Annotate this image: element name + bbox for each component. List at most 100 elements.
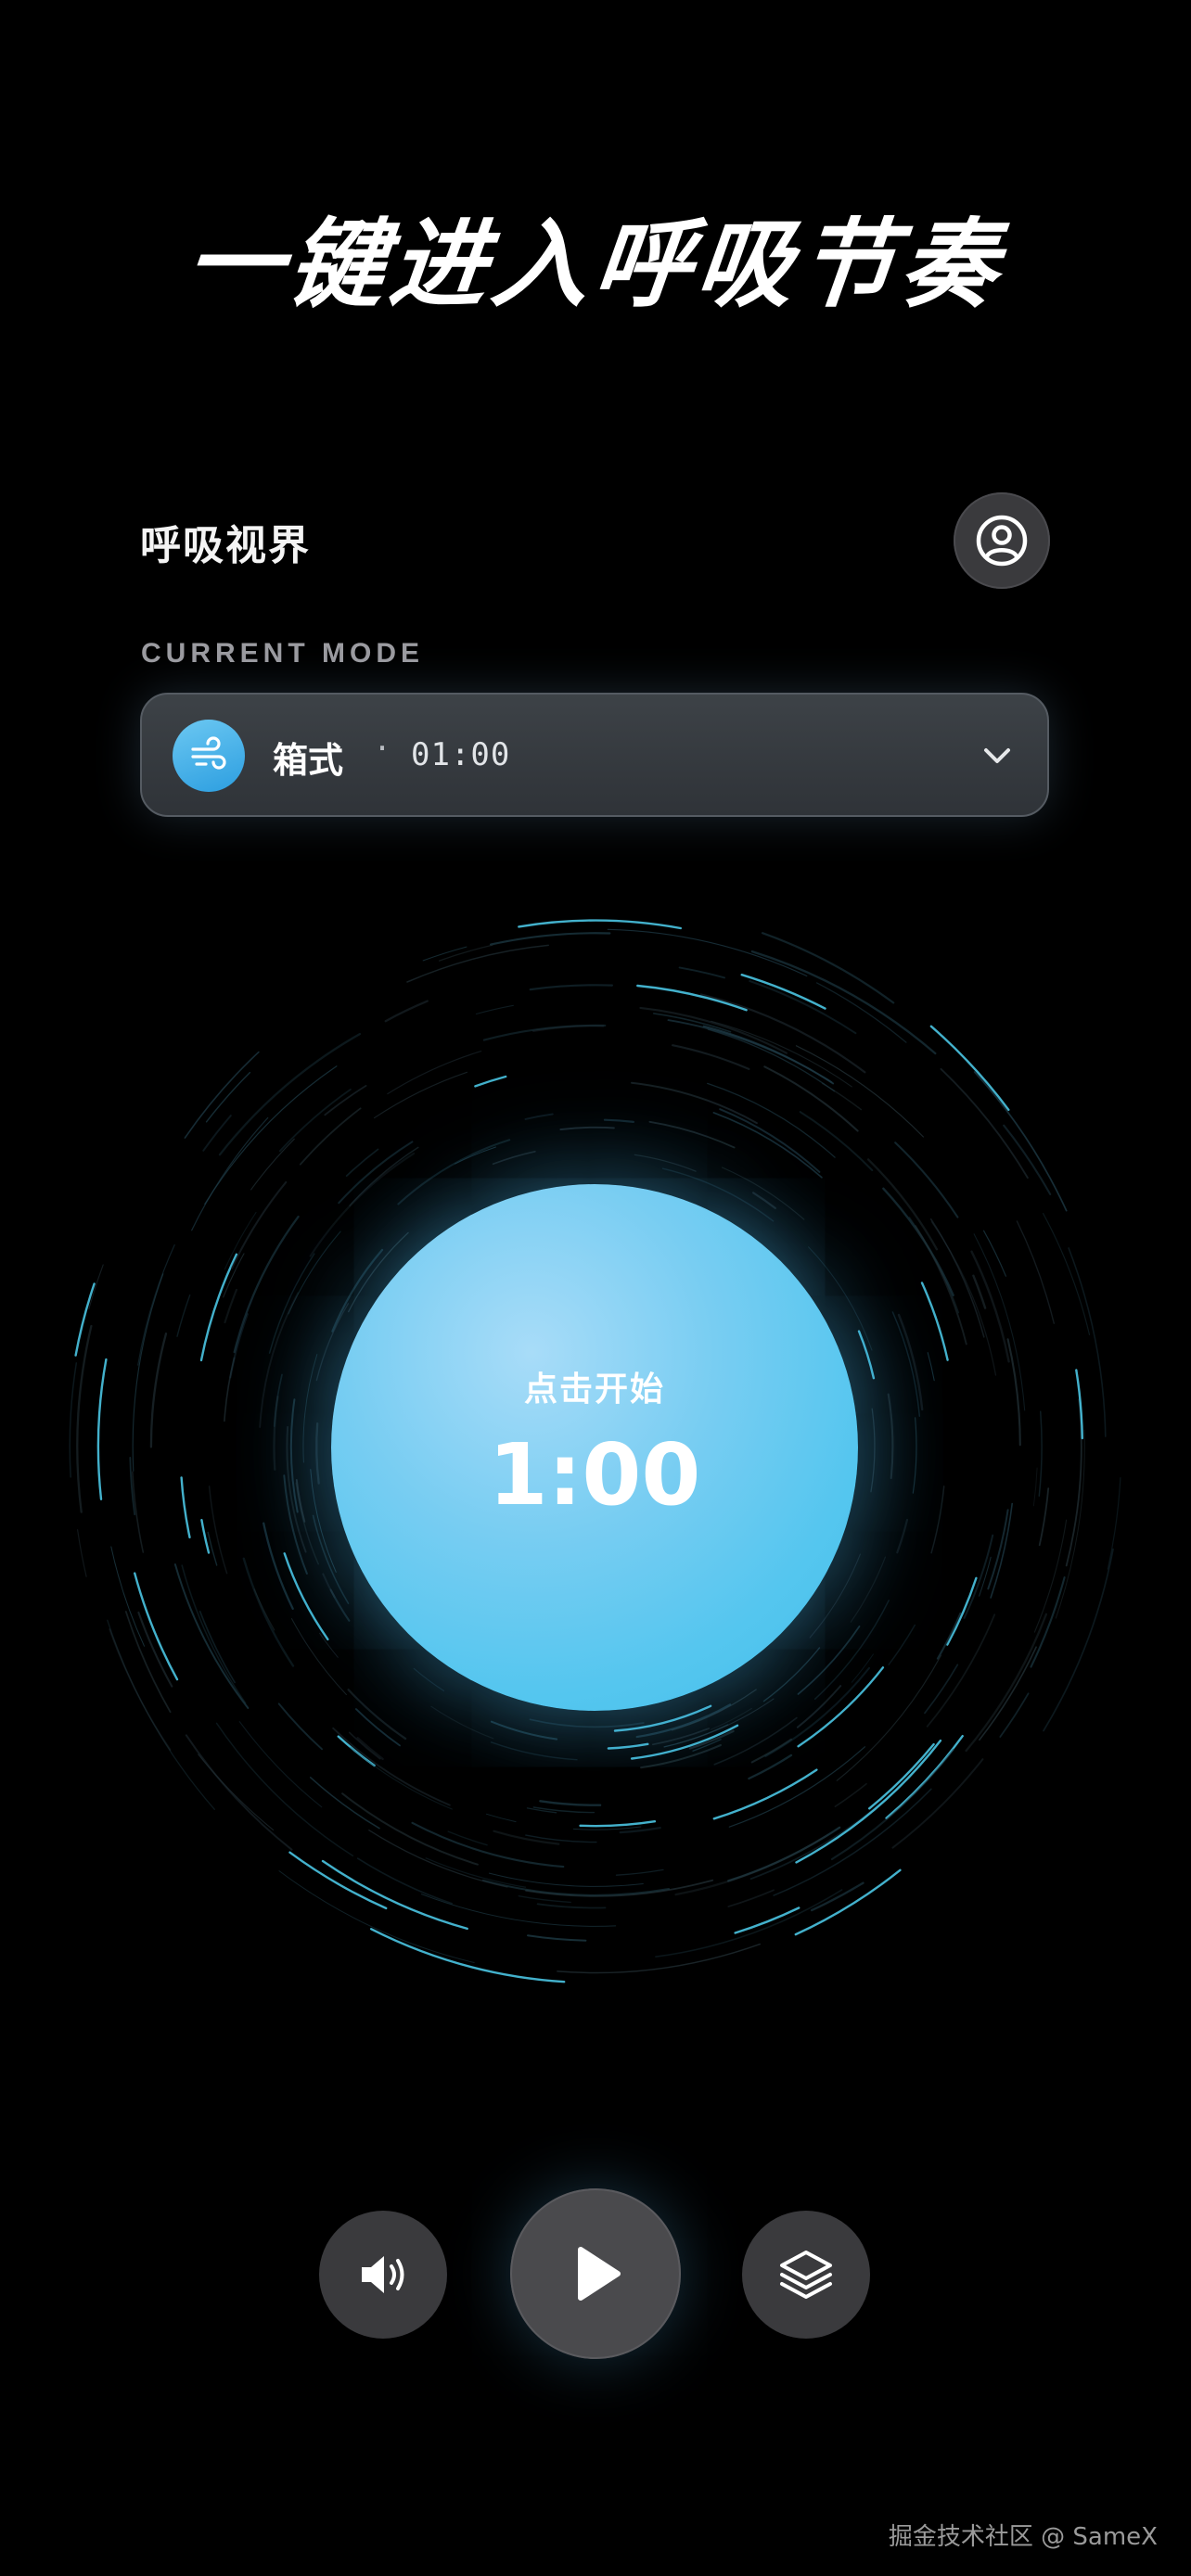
swirl-streak [490, 1720, 558, 1741]
swirl-streak [137, 1611, 173, 1688]
swirl-streak [927, 1352, 935, 1382]
swirl-streak [527, 1934, 587, 1942]
swirl-streak [930, 1221, 997, 1376]
swirl-streak [559, 1126, 615, 1131]
swirl-streak [797, 1666, 885, 1748]
layers-icon [780, 2251, 832, 2299]
swirl-streak [319, 1632, 339, 1658]
swirl-streak [77, 1529, 87, 1577]
swirl-streak [455, 1146, 496, 1165]
current-mode-label: CURRENT MODE [141, 638, 424, 669]
swirl-streak [425, 1857, 527, 1888]
swirl-streak [750, 950, 937, 1055]
mode-separator: · [377, 728, 389, 769]
swirl-streak [894, 1141, 959, 1218]
swirl-streak [674, 1833, 829, 1896]
swirl-streak [830, 1748, 955, 1861]
watermark: 掘金技术社区 @ SameX [888, 2523, 1158, 2551]
swirl-streak [532, 1806, 596, 1814]
play-icon [578, 2247, 621, 2301]
swirl-streak [896, 1518, 909, 1554]
swirl-streak [230, 1180, 288, 1269]
swirl-streak [810, 1881, 864, 1912]
chevron-down-icon [984, 748, 1010, 763]
swirl-streak [199, 1253, 238, 1362]
hero-title: 一键进入呼吸节奏 [180, 208, 1009, 321]
swirl-streak [185, 1734, 293, 1851]
swirl-streak [492, 1151, 536, 1166]
swirl-streak [888, 1624, 916, 1665]
swirl-streak [474, 1075, 507, 1088]
swirl-streak [289, 1398, 299, 1513]
swirl-streak [283, 1552, 329, 1641]
swirl-streak [761, 932, 895, 1004]
profile-button[interactable] [954, 492, 1050, 589]
swirl-streak [290, 1618, 347, 1696]
swirl-streak [430, 1705, 494, 1740]
swirl-streak [482, 1024, 607, 1041]
swirl-streak [539, 1800, 602, 1806]
swirl-streak [447, 1830, 488, 1846]
swirl-streak [882, 1187, 954, 1296]
mode-selector[interactable]: 箱式 · 01:00 [140, 693, 1049, 817]
swirl-streak [813, 1600, 890, 1700]
swirl-streak [857, 1330, 876, 1380]
swirl-streak [1003, 1124, 1052, 1195]
layers-button[interactable] [742, 2211, 870, 2339]
swirl-streak [137, 1243, 175, 1366]
swirl-streak [887, 1393, 894, 1480]
swirl-streak [76, 1324, 93, 1513]
swirl-streak [1065, 1398, 1082, 1567]
swirl-streak [983, 1230, 1006, 1277]
breath-start-button[interactable]: 点击开始 1:00 [331, 1184, 858, 1711]
swirl-streak [728, 1746, 865, 1828]
swirl-streak [529, 1718, 645, 1728]
swirl-streak [299, 1107, 362, 1166]
swirl-streak [712, 1768, 818, 1820]
swirl-streak [253, 1588, 275, 1631]
swirl-streak [176, 1294, 191, 1337]
swirl-streak [1043, 1213, 1091, 1335]
swirl-streak [794, 1868, 902, 1936]
swirl-streak [815, 982, 907, 1043]
mode-icon-badge [173, 720, 245, 792]
swirl-streak [191, 1116, 269, 1231]
swirl-streak [912, 1417, 917, 1494]
swirl-streak [490, 1741, 578, 1761]
swirl-streak [870, 1408, 876, 1493]
swirl-streak [924, 1664, 959, 1715]
swirl-streak [834, 1782, 867, 1807]
sound-button[interactable] [319, 2211, 447, 2339]
swirl-streak [524, 1113, 554, 1120]
swirl-streak [124, 1611, 172, 1714]
swirl-streak [579, 1820, 657, 1828]
swirl-streak [603, 1118, 634, 1123]
swirl-streak [635, 1703, 732, 1739]
swirl-streak [734, 1906, 800, 1934]
swirl-streak [207, 1531, 218, 1566]
swirl-streak [707, 1082, 836, 1158]
swirl-streak [891, 1758, 984, 1849]
swirl-streak [411, 1821, 565, 1868]
app-title: 呼吸视界 [140, 522, 311, 569]
swirl-streak [727, 1889, 775, 1907]
swirl-streak [1016, 1220, 1055, 1324]
swirl-streak [557, 1943, 762, 1974]
swirl-streak [481, 1879, 671, 1896]
swirl-streak [321, 1859, 468, 1931]
swirl-streak [278, 1870, 475, 1963]
swirl-streak [347, 1689, 407, 1741]
swirl-streak [149, 1333, 168, 1448]
swirl-streak [384, 1000, 429, 1023]
swirl-streak [636, 984, 748, 1012]
swirl-streak [88, 1264, 104, 1309]
play-button[interactable] [510, 2188, 681, 2359]
swirl-streak [1107, 1477, 1121, 1570]
user-circle-icon [976, 515, 1028, 567]
swirl-streak [536, 1903, 607, 1909]
swirl-streak [836, 1654, 942, 1781]
swirl-streak [345, 1148, 379, 1177]
swirl-streak [490, 932, 611, 946]
swirl-streak [648, 1120, 736, 1149]
swirl-streak [134, 1572, 179, 1681]
